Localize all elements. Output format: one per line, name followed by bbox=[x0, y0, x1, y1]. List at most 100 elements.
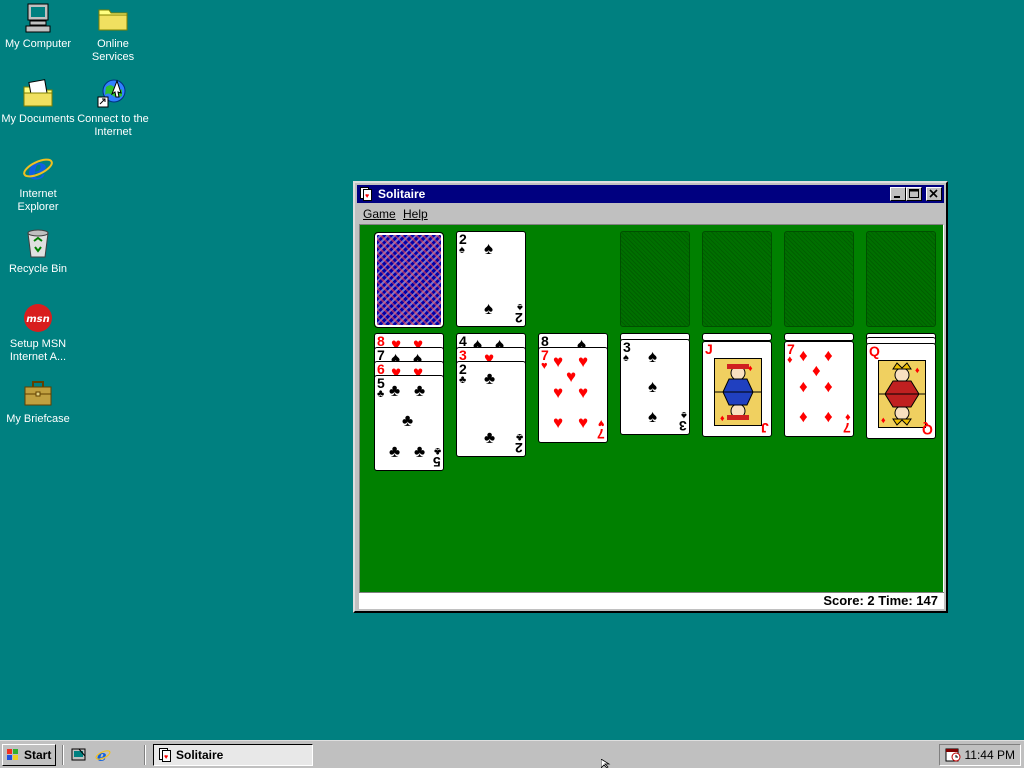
card-rank: 2 bbox=[515, 310, 523, 326]
tableau-card[interactable]: 3 ♠ ♠ ♠ ♠ ♠ 3 bbox=[620, 339, 690, 435]
spade-icon: ♠ bbox=[623, 352, 629, 364]
heart-icon: ♥ bbox=[553, 413, 564, 432]
desktop-icon-setup-msn[interactable]: msn Setup MSN Internet A... bbox=[0, 302, 76, 364]
solitaire-window: ♥ Solitaire Game Help 2 ♠ ♠ ♠ ♠ 2 8 ♥ ♥ … bbox=[353, 181, 948, 613]
heart-icon: ♥ bbox=[553, 383, 564, 402]
desktop-icon-label: Online Services bbox=[91, 38, 135, 63]
heart-icon: ♥ bbox=[541, 360, 548, 372]
club-icon: ♣ bbox=[377, 388, 385, 400]
minimize-button[interactable] bbox=[890, 187, 906, 201]
desktop-icon-label: Recycle Bin bbox=[8, 263, 68, 275]
svg-text:♦: ♦ bbox=[915, 365, 920, 375]
taskbar-separator bbox=[144, 745, 146, 765]
menu-help[interactable]: Help bbox=[403, 207, 428, 221]
card-rank: 3 bbox=[679, 418, 687, 434]
svg-text:♦: ♦ bbox=[748, 363, 753, 373]
windows-logo-icon bbox=[7, 749, 18, 760]
scheduler-icon[interactable] bbox=[945, 748, 961, 762]
diamond-icon: ♦ bbox=[787, 354, 793, 366]
diamond-icon: ♦ bbox=[799, 346, 808, 365]
ie-quicklaunch-icon[interactable]: e bbox=[95, 747, 111, 763]
documents-folder-icon bbox=[22, 77, 54, 109]
club-icon: ♣ bbox=[484, 428, 496, 447]
start-label: Start bbox=[24, 748, 52, 762]
menu-help-label: Help bbox=[403, 207, 428, 221]
desktop-icon-label: Setup MSN Internet A... bbox=[9, 338, 67, 363]
heart-icon: ♥ bbox=[578, 352, 589, 371]
diamond-icon: ♦ bbox=[799, 407, 808, 426]
tableau-card[interactable]: J ♦ ♦ J bbox=[702, 341, 772, 437]
status-bar: Score: 2 Time: 147 bbox=[359, 592, 944, 609]
recycle-bin-icon bbox=[22, 227, 54, 259]
spade-icon: ♠ bbox=[484, 299, 494, 318]
card-rank: J bbox=[705, 341, 713, 357]
taskbar-button-solitaire[interactable]: ♥ Solitaire bbox=[153, 744, 313, 766]
club-icon: ♣ bbox=[459, 374, 467, 386]
diamond-icon: ♦ bbox=[824, 407, 833, 426]
stock-pile[interactable] bbox=[374, 232, 444, 328]
tableau-card[interactable]: 2 ♣ ♣ ♣ ♣ 2 bbox=[456, 361, 526, 457]
taskbar-button-label: Solitaire bbox=[176, 748, 224, 762]
mouse-pointer-icon bbox=[601, 759, 611, 768]
briefcase-icon bbox=[22, 377, 54, 409]
foundation-slot[interactable] bbox=[702, 231, 772, 327]
show-desktop-icon[interactable] bbox=[71, 747, 87, 763]
heart-icon: ♥ bbox=[578, 383, 589, 402]
desktop-icon-my-briefcase[interactable]: My Briefcase bbox=[0, 377, 76, 426]
face-down-card bbox=[702, 333, 772, 341]
desktop-icon-my-documents[interactable]: My Documents bbox=[0, 77, 76, 126]
desktop-icon-internet-explorer[interactable]: e Internet Explorer bbox=[0, 152, 76, 214]
diamond-icon: ♦ bbox=[824, 346, 833, 365]
svg-text:♦: ♦ bbox=[720, 413, 725, 423]
svg-text:e: e bbox=[28, 152, 47, 184]
spade-icon: ♠ bbox=[648, 347, 658, 366]
tableau-card[interactable]: 7 ♥ ♥ ♥ ♥ ♥ ♥ ♥ ♥ ♥ 7 bbox=[538, 347, 608, 443]
svg-text:msn: msn bbox=[26, 314, 50, 325]
desktop-icon-label: My Briefcase bbox=[6, 413, 70, 425]
face-down-card bbox=[784, 333, 854, 341]
taskbar: Start e ♥ Solitaire 11:44 PM bbox=[0, 740, 1024, 768]
tableau-card[interactable]: 5 ♣ ♣ ♣ ♣ ♣ ♣ ♣ 5 bbox=[374, 375, 444, 471]
desktop-icon-label: My Computer bbox=[4, 38, 72, 50]
minimize-icon bbox=[894, 196, 900, 198]
game-table[interactable]: 2 ♠ ♠ ♠ ♠ 2 8 ♥ ♥ 7 ♠ ♠ 6 ♥ ♥ 5 ♣ ♣ ♣ ♣ … bbox=[359, 224, 944, 593]
foundation-slot[interactable] bbox=[620, 231, 690, 327]
diamond-icon: ♦ bbox=[824, 377, 833, 396]
card-rank: 7 bbox=[843, 420, 851, 436]
foundation-slot[interactable] bbox=[866, 231, 936, 327]
club-icon: ♣ bbox=[402, 411, 414, 430]
close-button[interactable] bbox=[926, 187, 942, 201]
spade-icon: ♠ bbox=[648, 407, 658, 426]
foundation-slot[interactable] bbox=[784, 231, 854, 327]
spade-icon: ♠ bbox=[459, 244, 465, 256]
taskbar-separator bbox=[62, 745, 64, 765]
svg-text:♦: ♦ bbox=[881, 415, 886, 425]
maximize-button[interactable] bbox=[906, 187, 922, 201]
card-rank: Q bbox=[922, 422, 933, 438]
desktop-icon-recycle-bin[interactable]: Recycle Bin bbox=[0, 227, 76, 276]
menu-game[interactable]: Game bbox=[363, 207, 396, 221]
card-rank: Q bbox=[869, 343, 880, 359]
desktop-icon-connect-internet[interactable]: Connect to the Internet bbox=[75, 77, 151, 139]
desktop-icon-my-computer[interactable]: My Computer bbox=[0, 2, 76, 51]
jack-face-icon: ♦ ♦ bbox=[714, 358, 762, 426]
tableau-card[interactable]: Q ♦ ♦ Q bbox=[866, 343, 936, 439]
connect-internet-icon bbox=[97, 77, 129, 109]
svg-text:♥: ♥ bbox=[164, 754, 168, 761]
club-icon: ♣ bbox=[389, 381, 401, 400]
maximize-icon bbox=[909, 189, 919, 198]
card-rank: 5 bbox=[433, 454, 441, 470]
window-title: Solitaire bbox=[378, 187, 426, 201]
diamond-icon: ♦ bbox=[799, 377, 808, 396]
waste-card[interactable]: 2 ♠ ♠ ♠ ♠ 2 bbox=[456, 231, 526, 327]
queen-face-icon: ♦ ♦ bbox=[878, 360, 926, 428]
close-icon bbox=[929, 189, 938, 198]
menu-game-label: Game bbox=[363, 207, 396, 221]
desktop-icon-online-services[interactable]: Online Services bbox=[75, 2, 151, 64]
start-button[interactable]: Start bbox=[2, 744, 56, 766]
title-bar[interactable]: ♥ Solitaire bbox=[357, 185, 944, 203]
clock[interactable]: 11:44 PM bbox=[965, 745, 1015, 765]
spade-icon: ♠ bbox=[648, 377, 658, 396]
tableau-card[interactable]: 7 ♦ ♦ ♦ ♦ ♦ ♦ ♦ ♦ ♦ 7 bbox=[784, 341, 854, 437]
menu-bar: Game Help bbox=[357, 204, 944, 222]
